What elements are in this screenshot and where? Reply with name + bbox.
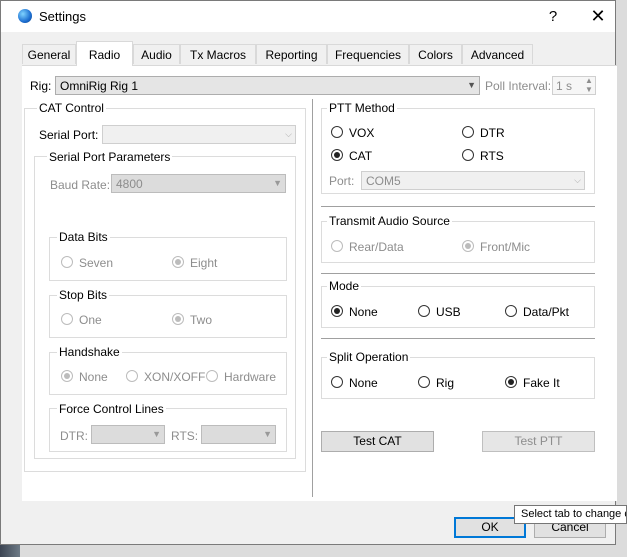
rear-data-label: Rear/Data bbox=[349, 240, 404, 254]
eight-label: Eight bbox=[190, 256, 218, 270]
ptt-port-label: Port: bbox=[329, 174, 355, 188]
rig-combo[interactable]: OmniRig Rig 1 ▼ bbox=[55, 76, 480, 95]
rts-label: RTS: bbox=[171, 429, 199, 443]
radio-handshake-none[interactable] bbox=[61, 370, 73, 382]
split-none-label: None bbox=[349, 376, 378, 390]
radio-fake-it[interactable] bbox=[505, 376, 517, 388]
radio-mode-none[interactable] bbox=[331, 305, 343, 317]
hardware-label: Hardware bbox=[224, 370, 277, 384]
radio-usb[interactable] bbox=[418, 305, 430, 317]
mode-none-label: None bbox=[349, 305, 378, 319]
stop-bits-title: Stop Bits bbox=[57, 288, 110, 302]
usb-label: USB bbox=[436, 305, 461, 319]
rig-label: Rig: bbox=[30, 79, 52, 93]
settings-dialog: Settings ? ✕ General Radio Audio Tx Macr… bbox=[0, 0, 617, 545]
handshake-none-label: None bbox=[79, 370, 108, 384]
split-operation-title: Split Operation bbox=[327, 350, 411, 364]
rig-value: OmniRig Rig 1 bbox=[60, 79, 139, 93]
cat-label: CAT bbox=[349, 149, 373, 163]
front-mic-label: Front/Mic bbox=[480, 240, 531, 254]
transmit-audio-source-title: Transmit Audio Source bbox=[327, 214, 452, 228]
tab-frequencies[interactable]: Frequencies bbox=[327, 44, 409, 64]
force-control-lines-title: Force Control Lines bbox=[57, 402, 166, 416]
chevron-down-icon: ▼ bbox=[273, 178, 282, 188]
spin-down-icon[interactable]: ▼ bbox=[585, 85, 593, 94]
serial-port-combo[interactable]: ⌵ bbox=[102, 125, 296, 144]
mode-separator bbox=[321, 338, 595, 339]
seven-label: Seven bbox=[79, 256, 114, 270]
data-pkt-label: Data/Pkt bbox=[523, 305, 570, 319]
window-title: Settings bbox=[39, 9, 86, 24]
radio-data-pkt[interactable] bbox=[505, 305, 517, 317]
ptt-method-title: PTT Method bbox=[327, 101, 397, 115]
baud-rate-label: Baud Rate: bbox=[50, 178, 111, 192]
tooltip: Select tab to change c bbox=[514, 505, 627, 524]
split-rig-label: Rig bbox=[436, 376, 455, 390]
poll-interval-label: Poll Interval: bbox=[485, 79, 552, 93]
tab-audio[interactable]: Audio bbox=[133, 44, 180, 64]
panel-separator bbox=[312, 99, 313, 497]
radio-split-none[interactable] bbox=[331, 376, 343, 388]
poll-interval-spinbox[interactable]: 1 s ▲ ▼ bbox=[552, 76, 596, 95]
cat-control-title: CAT Control bbox=[37, 101, 106, 115]
radio-vox[interactable] bbox=[331, 126, 343, 138]
radio-dtr[interactable] bbox=[462, 126, 474, 138]
radio-tab-panel: Rig: OmniRig Rig 1 ▼ Poll Interval: 1 s … bbox=[22, 65, 617, 501]
poll-interval-value: 1 s bbox=[556, 79, 573, 93]
radio-cat[interactable] bbox=[331, 149, 343, 161]
radio-rts[interactable] bbox=[462, 149, 474, 161]
mode-title: Mode bbox=[327, 279, 362, 293]
two-label: Two bbox=[190, 313, 213, 327]
chevron-down-icon: ▼ bbox=[152, 429, 161, 439]
chevron-down-icon: ▼ bbox=[263, 429, 272, 439]
radio-split-rig[interactable] bbox=[418, 376, 430, 388]
rts-combo[interactable]: ▼ bbox=[201, 425, 276, 444]
baud-rate-combo[interactable]: 4800 ▼ bbox=[111, 174, 286, 193]
radio-eight[interactable] bbox=[172, 256, 184, 268]
dtr-label: DTR: bbox=[60, 429, 88, 443]
data-bits-title: Data Bits bbox=[57, 230, 110, 244]
spin-up-icon[interactable]: ▲ bbox=[585, 76, 593, 85]
radio-two[interactable] bbox=[172, 313, 184, 325]
tab-tx-macros[interactable]: Tx Macros bbox=[180, 44, 256, 64]
radio-front-mic[interactable] bbox=[462, 240, 474, 252]
test-ptt-button[interactable]: Test PTT bbox=[482, 431, 595, 452]
one-label: One bbox=[79, 313, 102, 327]
radio-one[interactable] bbox=[61, 313, 73, 325]
radio-seven[interactable] bbox=[61, 256, 73, 268]
vox-label: VOX bbox=[349, 126, 375, 140]
tab-reporting[interactable]: Reporting bbox=[256, 44, 327, 64]
close-button[interactable]: ✕ bbox=[584, 5, 612, 27]
fake-it-label: Fake It bbox=[523, 376, 560, 390]
xon-xoff-label: XON/XOFF bbox=[144, 370, 206, 384]
test-cat-button[interactable]: Test CAT bbox=[321, 431, 434, 452]
radio-xon-xoff[interactable] bbox=[126, 370, 138, 382]
tab-advanced[interactable]: Advanced bbox=[462, 44, 533, 64]
chevron-down-icon: ⌵ bbox=[285, 129, 292, 139]
serial-port-params-title: Serial Port Parameters bbox=[47, 150, 173, 164]
app-globe-icon bbox=[18, 9, 32, 23]
handshake-title: Handshake bbox=[57, 345, 122, 359]
ptt-port-combo[interactable]: COM5 ⌵ bbox=[361, 171, 585, 190]
radio-hardware[interactable] bbox=[206, 370, 218, 382]
title-bar[interactable]: Settings ? ✕ bbox=[1, 1, 615, 32]
audio-separator bbox=[321, 273, 595, 274]
chevron-down-icon: ⌵ bbox=[574, 175, 581, 185]
help-button[interactable]: ? bbox=[539, 6, 567, 28]
rts-ptt-label: RTS bbox=[480, 149, 504, 163]
tab-general[interactable]: General bbox=[22, 44, 76, 64]
tab-colors[interactable]: Colors bbox=[409, 44, 462, 64]
radio-rear-data[interactable] bbox=[331, 240, 343, 252]
ptt-separator bbox=[321, 206, 595, 207]
tab-radio[interactable]: Radio bbox=[76, 41, 133, 66]
dtr-combo[interactable]: ▼ bbox=[91, 425, 165, 444]
chevron-down-icon: ▼ bbox=[467, 80, 476, 90]
serial-port-label: Serial Port: bbox=[39, 128, 99, 142]
dtr-ptt-label: DTR bbox=[480, 126, 505, 140]
